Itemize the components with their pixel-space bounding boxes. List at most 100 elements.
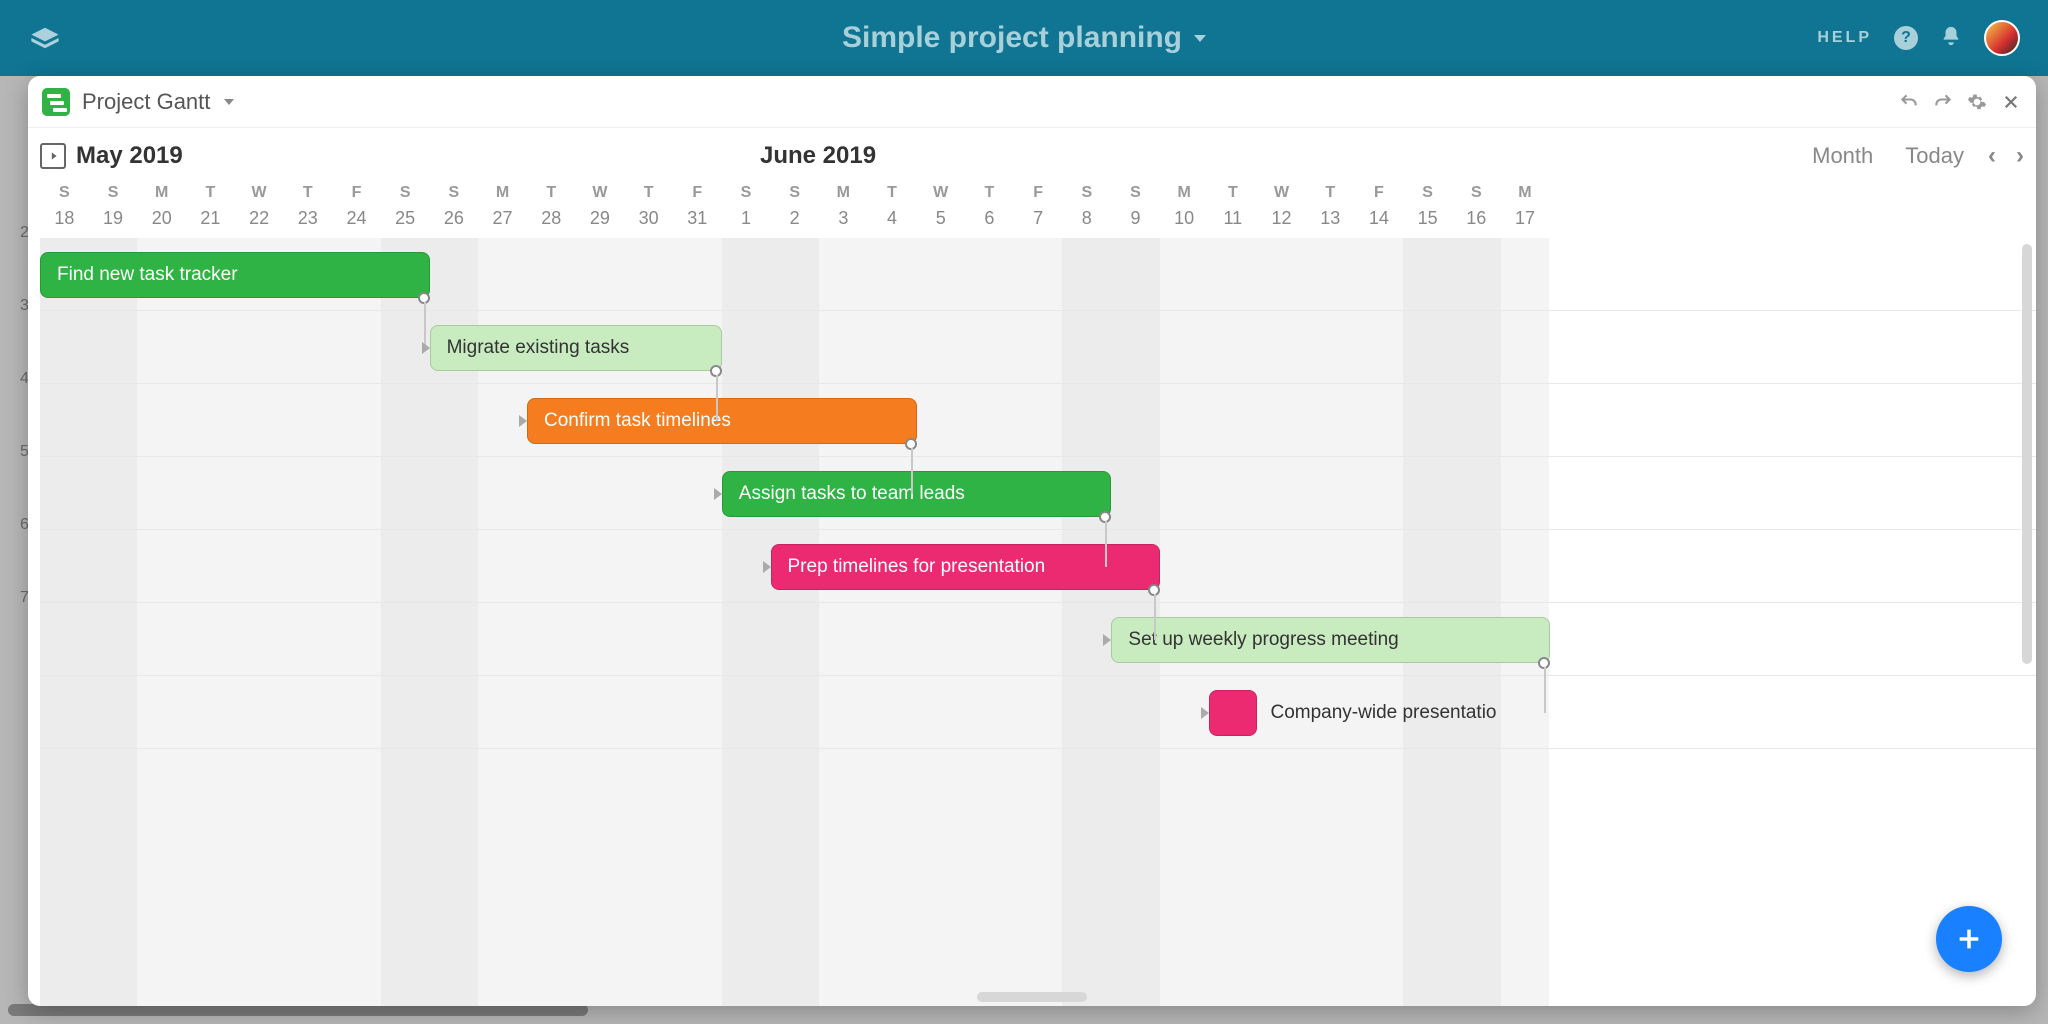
day-of-month: 26 [430,208,479,238]
chevron-down-icon [1194,35,1206,42]
day-of-month: 25 [381,208,430,238]
dependency-arrow-icon [714,488,722,500]
day-column: T4 [868,184,917,238]
day-of-month: 4 [868,208,917,238]
day-of-week: S [430,184,479,208]
help-icon[interactable]: ? [1894,26,1918,50]
day-of-week: S [40,184,89,208]
undo-button[interactable] [1898,91,1920,113]
notifications-icon[interactable] [1940,25,1962,52]
day-column: F24 [332,184,381,238]
gantt-grid[interactable]: Find new task trackerMigrate existing ta… [28,238,2036,1006]
help-link[interactable]: HELP [1817,29,1872,47]
day-column: W5 [916,184,965,238]
day-of-week: T [868,184,917,208]
day-column: S16 [1452,184,1501,238]
task-bar[interactable]: Prep timelines for presentation [771,544,1161,590]
day-of-month: 23 [283,208,332,238]
day-of-week: T [1306,184,1355,208]
day-of-week: S [89,184,138,208]
panel-dropdown[interactable] [224,99,234,105]
board-row-number: 4 [0,342,29,415]
task-row: Migrate existing tasks [40,311,2036,384]
day-column: T11 [1209,184,1258,238]
gantt-vertical-scrollbar[interactable] [2022,238,2032,1006]
task-bar[interactable]: Migrate existing tasks [430,325,722,371]
day-column: S18 [40,184,89,238]
day-of-month: 10 [1160,208,1209,238]
day-column: S25 [381,184,430,238]
day-column: S19 [89,184,138,238]
gantt-chart-icon [42,88,70,116]
day-of-week: W [916,184,965,208]
day-of-week: W [576,184,625,208]
day-of-week: F [332,184,381,208]
day-of-month: 3 [819,208,868,238]
day-of-month: 28 [527,208,576,238]
add-task-button[interactable] [1936,906,2002,972]
user-avatar[interactable] [1984,20,2020,56]
day-column: F14 [1355,184,1404,238]
board-row-number: 3 [0,269,29,342]
task-bar[interactable]: Set up weekly progress meeting [1111,617,1549,663]
day-of-week: T [1209,184,1258,208]
day-of-month: 1 [722,208,771,238]
day-of-week: S [722,184,771,208]
day-of-week: M [137,184,186,208]
day-column: S1 [722,184,771,238]
app-logo-icon[interactable] [28,26,62,50]
day-of-week: M [1160,184,1209,208]
today-button[interactable]: Today [1905,143,1964,169]
next-period-button[interactable]: › [2016,142,2024,170]
day-column: T13 [1306,184,1355,238]
day-of-month: 9 [1111,208,1160,238]
task-bar[interactable]: Company-wide presentatio [1209,690,1258,736]
month-label-1: May 2019 [76,142,183,170]
day-of-month: 12 [1257,208,1306,238]
gantt-panel: Project Gantt May 2019 June 2019 Month T… [28,76,2036,1006]
prev-period-button[interactable]: ‹ [1988,142,1996,170]
panel-header: Project Gantt [28,76,2036,128]
task-bar[interactable]: Find new task tracker [40,252,430,298]
day-of-month: 5 [916,208,965,238]
task-label: Company-wide presentatio [1270,702,1496,724]
gantt-horizontal-scrollbar[interactable] [977,992,1087,1002]
panel-title: Project Gantt [82,89,210,115]
day-column: W29 [576,184,625,238]
sidebar-toggle-button[interactable] [40,143,66,169]
task-row: Company-wide presentatio [40,676,2036,749]
app-topbar: Simple project planning HELP ? [0,0,2048,76]
day-column: T6 [965,184,1014,238]
day-of-month: 27 [478,208,527,238]
day-of-month: 29 [576,208,625,238]
month-label-2: June 2019 [760,142,876,170]
day-column: S8 [1062,184,1111,238]
day-of-month: 31 [673,208,722,238]
day-of-month: 24 [332,208,381,238]
timescale-label: Month [1812,143,1873,169]
day-of-month: 13 [1306,208,1355,238]
day-column: M17 [1501,184,1550,238]
settings-button[interactable] [1966,91,1988,113]
day-of-week: F [1014,184,1063,208]
day-of-month: 6 [965,208,1014,238]
day-column: M3 [819,184,868,238]
board-title-dropdown[interactable]: Simple project planning [842,21,1206,55]
day-column: M20 [137,184,186,238]
day-column: S26 [430,184,479,238]
day-of-week: T [527,184,576,208]
redo-button[interactable] [1932,91,1954,113]
timescale-dropdown[interactable]: Month [1812,143,1881,169]
day-of-month: 30 [624,208,673,238]
dependency-arrow-icon [763,561,771,573]
task-bar[interactable]: Confirm task timelines [527,398,917,444]
task-bar[interactable]: Assign tasks to team leads [722,471,1112,517]
close-button[interactable] [2000,91,2022,113]
task-row: Prep timelines for presentation [40,530,2036,603]
task-row: Set up weekly progress meeting [40,603,2036,676]
day-column: T23 [283,184,332,238]
day-column: T28 [527,184,576,238]
day-column: T21 [186,184,235,238]
day-of-month: 20 [137,208,186,238]
day-of-week: T [186,184,235,208]
